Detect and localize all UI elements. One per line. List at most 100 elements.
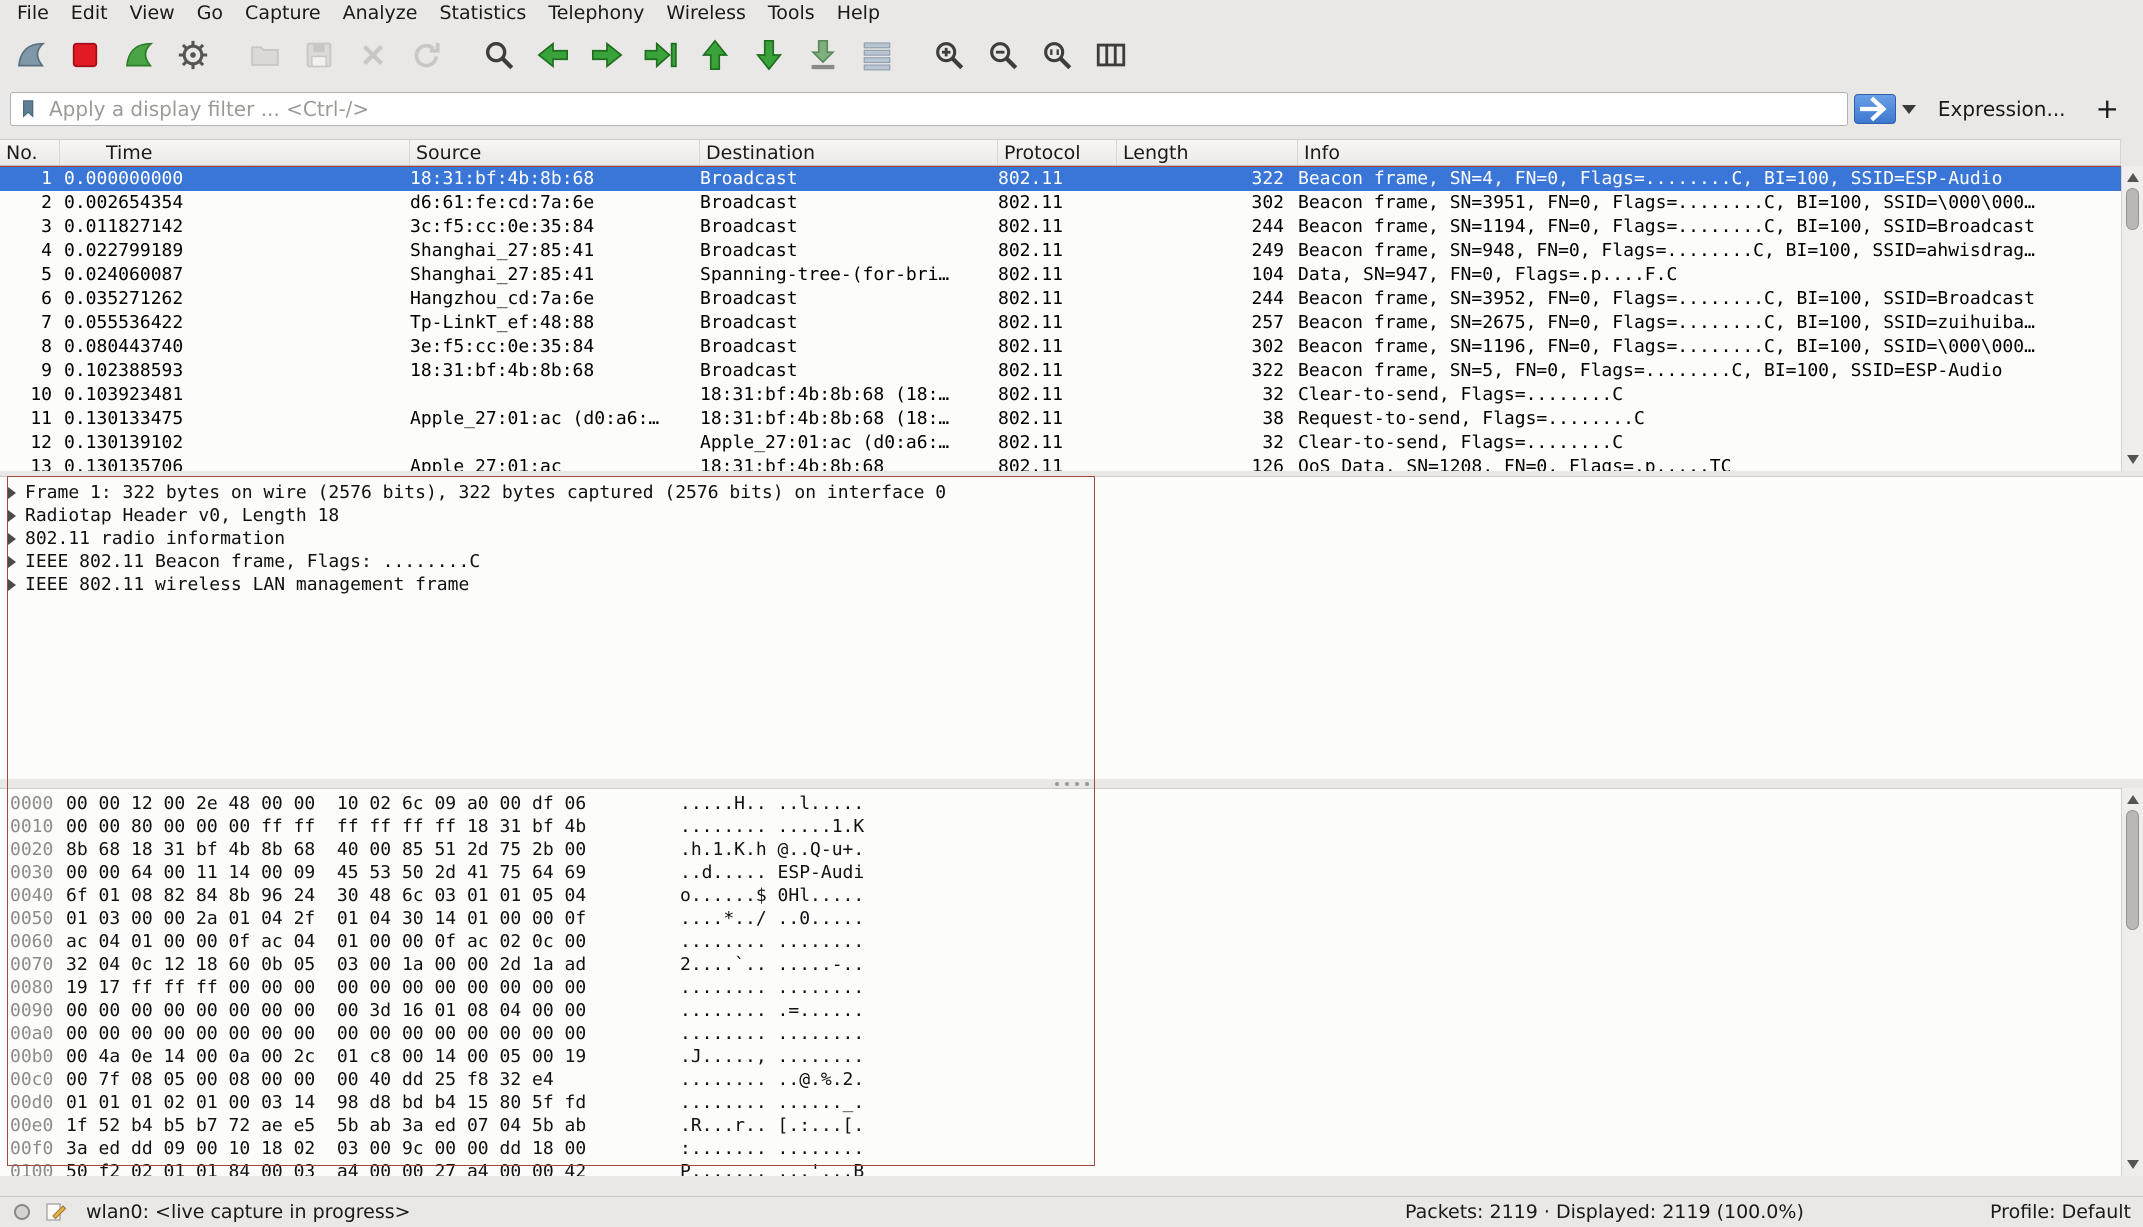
expander-icon[interactable] xyxy=(8,487,16,499)
scrollbar-thumb[interactable] xyxy=(2126,188,2139,230)
colorize-button[interactable] xyxy=(850,30,904,80)
menu-view[interactable]: View xyxy=(119,0,186,26)
hex-row[interactable]: 010050 f2 02 01 01 84 00 03 a4 00 00 27 … xyxy=(0,1160,2121,1176)
expander-icon[interactable] xyxy=(8,510,16,522)
apply-filter-button[interactable] xyxy=(1854,94,1896,124)
filter-history-dropdown[interactable] xyxy=(1896,94,1922,124)
packet-row[interactable]: 40.022799189Shanghai_27:85:41Broadcast80… xyxy=(0,239,2121,263)
menubar: FileEditViewGoCaptureAnalyzeStatisticsTe… xyxy=(0,0,2143,26)
hex-row[interactable]: 00e01f 52 b4 b5 b7 72 ae e5 5b ab 3a ed … xyxy=(0,1114,2121,1137)
hex-row[interactable]: 008019 17 ff ff ff 00 00 00 00 00 00 00 … xyxy=(0,976,2121,999)
menu-wireless[interactable]: Wireless xyxy=(655,0,757,26)
menu-telephony[interactable]: Telephony xyxy=(537,0,655,26)
expander-icon[interactable] xyxy=(8,556,16,568)
scroll-up-arrow-icon[interactable] xyxy=(2127,795,2139,804)
hex-row[interactable]: 00f03a ed dd 09 00 10 18 02 03 00 9c 00 … xyxy=(0,1137,2121,1160)
detail-line[interactable]: Frame 1: 322 bytes on wire (2576 bits), … xyxy=(0,481,2143,504)
expander-icon[interactable] xyxy=(8,579,16,591)
hex-row[interactable]: 005001 03 00 00 2a 01 04 2f 01 04 30 14 … xyxy=(0,907,2121,930)
display-filter-field[interactable] xyxy=(10,92,1848,126)
packet-row[interactable]: 30.0118271423c:f5:cc:0e:35:84Broadcast80… xyxy=(0,215,2121,239)
menu-capture[interactable]: Capture xyxy=(234,0,332,26)
go-first-packet-button[interactable] xyxy=(688,30,742,80)
zoom-in-button[interactable] xyxy=(922,30,976,80)
capture-comment-icon[interactable] xyxy=(44,1200,68,1224)
hex-row[interactable]: 00c000 7f 08 05 00 08 00 00 00 40 dd 25 … xyxy=(0,1068,2121,1091)
column-header-info[interactable]: Info xyxy=(1298,140,2121,165)
zoom-reset-button[interactable] xyxy=(1030,30,1084,80)
column-header-no[interactable]: No. xyxy=(0,140,60,165)
auto-scroll-button[interactable] xyxy=(796,30,850,80)
packet-row[interactable]: 10.00000000018:31:bf:4b:8b:68Broadcast80… xyxy=(0,167,2121,191)
expression-button[interactable]: Expression... xyxy=(1922,97,2082,121)
hex-ascii: :....... ........ xyxy=(680,1137,864,1160)
hex-offset: 0000 xyxy=(0,792,56,815)
expander-icon[interactable] xyxy=(8,533,16,545)
display-filter-input[interactable] xyxy=(49,97,1839,121)
hex-offset: 0040 xyxy=(0,884,56,907)
column-header-time[interactable]: Time xyxy=(60,140,410,165)
go-back-button[interactable] xyxy=(526,30,580,80)
profile-label[interactable]: Profile: Default xyxy=(1990,1201,2143,1223)
hex-row[interactable]: 00d001 01 01 02 01 00 03 14 98 d8 bd b4 … xyxy=(0,1091,2121,1114)
hex-row[interactable]: 000000 00 12 00 2e 48 00 00 10 02 6c 09 … xyxy=(0,792,2121,815)
packet-cell-source: 3c:f5:cc:0e:35:84 xyxy=(410,215,700,239)
menu-go[interactable]: Go xyxy=(186,0,234,26)
column-header-protocol[interactable]: Protocol xyxy=(998,140,1117,165)
hex-row[interactable]: 00208b 68 18 31 bf 4b 8b 68 40 00 85 51 … xyxy=(0,838,2121,861)
start-capture-button[interactable] xyxy=(4,30,58,80)
detail-line[interactable]: 802.11 radio information xyxy=(0,527,2143,550)
packet-row[interactable]: 50.024060087Shanghai_27:85:41Spanning-tr… xyxy=(0,263,2121,287)
resize-columns-button[interactable] xyxy=(1084,30,1138,80)
hex-row[interactable]: 007032 04 0c 12 18 60 0b 05 03 00 1a 00 … xyxy=(0,953,2121,976)
zoom-out-button[interactable] xyxy=(976,30,1030,80)
hex-offset: 00d0 xyxy=(0,1091,56,1114)
column-header-destination[interactable]: Destination xyxy=(700,140,998,165)
find-packet-button[interactable] xyxy=(472,30,526,80)
hex-row[interactable]: 009000 00 00 00 00 00 00 00 00 3d 16 01 … xyxy=(0,999,2121,1022)
go-to-packet-button[interactable] xyxy=(634,30,688,80)
hex-row[interactable]: 0060ac 04 01 00 00 0f ac 04 01 00 00 0f … xyxy=(0,930,2121,953)
hex-bytes: 32 04 0c 12 18 60 0b 05 03 00 1a 00 00 2… xyxy=(66,953,680,976)
menu-analyze[interactable]: Analyze xyxy=(332,0,429,26)
packet-row[interactable]: 120.130139102Apple_27:01:ac (d0:a6:…802.… xyxy=(0,431,2121,455)
menu-tools[interactable]: Tools xyxy=(757,0,826,26)
hex-row[interactable]: 003000 00 64 00 11 14 00 09 45 53 50 2d … xyxy=(0,861,2121,884)
column-header-source[interactable]: Source xyxy=(410,140,700,165)
menu-file[interactable]: File xyxy=(6,0,60,26)
stop-capture-button[interactable] xyxy=(58,30,112,80)
packet-row[interactable]: 110.130133475Apple_27:01:ac (d0:a6:…18:3… xyxy=(0,407,2121,431)
detail-line[interactable]: IEEE 802.11 Beacon frame, Flags: .......… xyxy=(0,550,2143,573)
packet-row[interactable]: 90.10238859318:31:bf:4b:8b:68Broadcast80… xyxy=(0,359,2121,383)
packet-row[interactable]: 60.035271262Hangzhou_cd:7a:6eBroadcast80… xyxy=(0,287,2121,311)
go-last-packet-button[interactable] xyxy=(742,30,796,80)
detail-line[interactable]: Radiotap Header v0, Length 18 xyxy=(0,504,2143,527)
scrollbar-thumb[interactable] xyxy=(2126,810,2139,930)
scroll-up-arrow-icon[interactable] xyxy=(2127,173,2139,182)
hex-row[interactable]: 00a000 00 00 00 00 00 00 00 00 00 00 00 … xyxy=(0,1022,2121,1045)
packet-row[interactable]: 80.0804437403e:f5:cc:0e:35:84Broadcast80… xyxy=(0,335,2121,359)
scroll-down-arrow-icon[interactable] xyxy=(2127,1160,2139,1169)
menu-statistics[interactable]: Statistics xyxy=(428,0,537,26)
packet-list-scrollbar[interactable] xyxy=(2121,166,2143,471)
add-filter-button[interactable]: + xyxy=(2082,95,2133,123)
menu-help[interactable]: Help xyxy=(826,0,891,26)
restart-capture-button[interactable] xyxy=(112,30,166,80)
detail-line[interactable]: IEEE 802.11 wireless LAN management fram… xyxy=(0,573,2143,596)
bookmark-icon[interactable] xyxy=(19,98,41,120)
pane-splitter[interactable] xyxy=(0,779,2143,788)
packet-row[interactable]: 70.055536422Tp-LinkT_ef:48:88Broadcast80… xyxy=(0,311,2121,335)
hex-bytes: 3a ed dd 09 00 10 18 02 03 00 9c 00 00 d… xyxy=(66,1137,680,1160)
column-header-length[interactable]: Length xyxy=(1117,140,1298,165)
hex-row[interactable]: 001000 00 80 00 00 00 ff ff ff ff ff ff … xyxy=(0,815,2121,838)
menu-edit[interactable]: Edit xyxy=(60,0,119,26)
scroll-down-arrow-icon[interactable] xyxy=(2127,455,2139,464)
capture-options-button[interactable] xyxy=(166,30,220,80)
hex-pane-scrollbar[interactable] xyxy=(2121,788,2143,1176)
packet-row[interactable]: 130.130135706Apple_27:01:ac18:31:bf:4b:8… xyxy=(0,455,2121,471)
hex-row[interactable]: 00b000 4a 0e 14 00 0a 00 2c 01 c8 00 14 … xyxy=(0,1045,2121,1068)
hex-row[interactable]: 00406f 01 08 82 84 8b 96 24 30 48 6c 03 … xyxy=(0,884,2121,907)
go-forward-button[interactable] xyxy=(580,30,634,80)
packet-row[interactable]: 100.10392348118:31:bf:4b:8b:68 (18:…802.… xyxy=(0,383,2121,407)
packet-row[interactable]: 20.002654354d6:61:fe:cd:7a:6eBroadcast80… xyxy=(0,191,2121,215)
